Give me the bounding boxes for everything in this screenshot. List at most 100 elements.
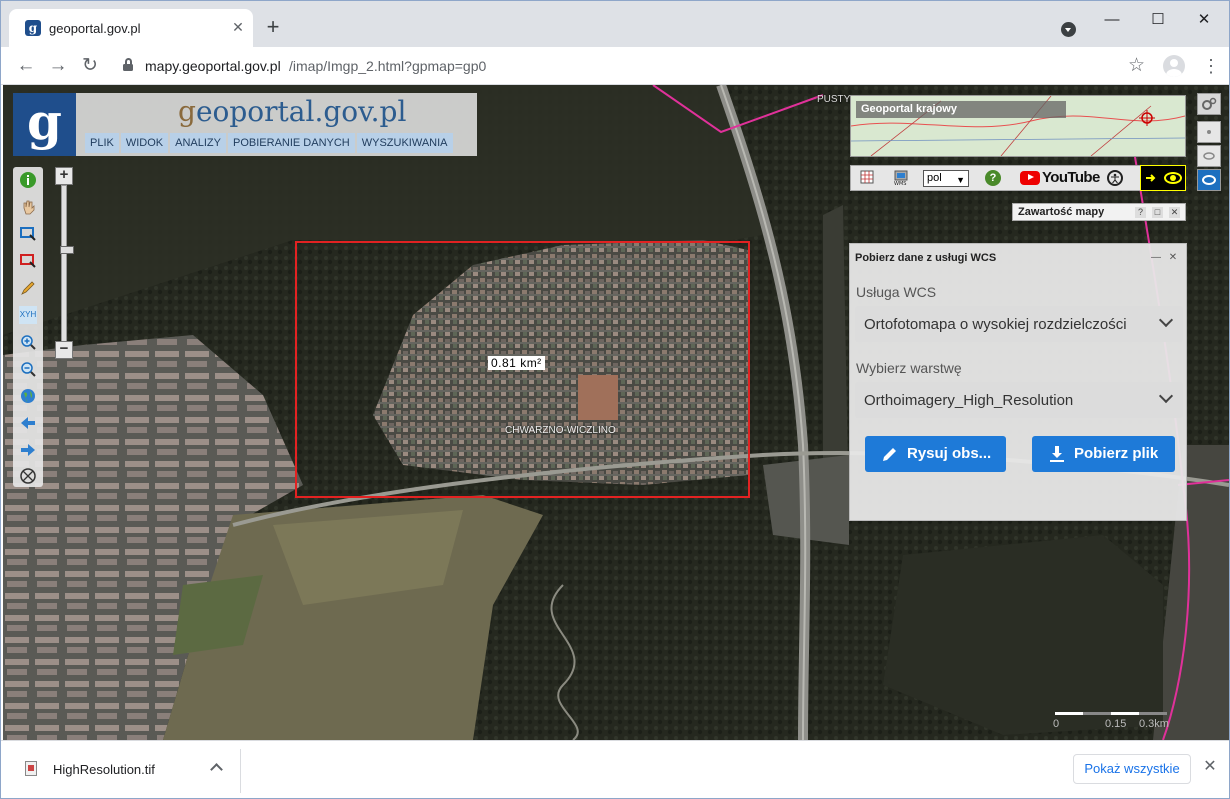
browser-tab[interactable]: g geoportal.gov.pl ✕: [9, 9, 253, 47]
zoom-plus-button[interactable]: +: [55, 167, 73, 185]
chevron-up-icon[interactable]: [210, 760, 224, 774]
wcs-panel-title: Pobierz dane z usługi WCS: [855, 252, 997, 264]
tab-close-icon[interactable]: ✕: [229, 18, 247, 36]
pencil-icon[interactable]: [19, 279, 37, 297]
overview-title: Geoportal krajowy: [856, 101, 1066, 118]
wcs-download-panel: Pobierz dane z usługi WCS — ✕ Usługa WCS…: [849, 243, 1187, 521]
url-host: mapy.geoportal.gov.pl: [145, 58, 281, 74]
select-box-icon[interactable]: [19, 252, 37, 270]
chevron-down-icon: [1161, 389, 1171, 401]
accessibility-icon[interactable]: [1107, 170, 1123, 186]
info-icon[interactable]: [19, 171, 37, 189]
zoom-out-icon[interactable]: [19, 360, 37, 378]
tab-strip: g geoportal.gov.pl ✕ + — ☐ ✕: [1, 1, 1229, 47]
service-label: Usługa WCS: [856, 284, 937, 300]
layer-label: Wybierz warstwę: [856, 360, 962, 376]
wcs-minimize-icon[interactable]: —: [1150, 252, 1162, 264]
contents-maximize-icon[interactable]: □: [1152, 207, 1163, 218]
youtube-play-icon: [1020, 170, 1040, 185]
eye-icon[interactable]: [1197, 169, 1221, 191]
scale-label-mid: 0.15: [1105, 718, 1127, 730]
contents-help-icon[interactable]: ?: [1135, 207, 1146, 218]
geoportal-favicon-icon: g: [25, 20, 41, 36]
menu-plik[interactable]: PLIK: [85, 133, 119, 153]
close-download-bar-icon[interactable]: ✕: [1201, 758, 1219, 776]
contrast-eye-icon: [1164, 172, 1182, 184]
scale-label-0: 0: [1053, 718, 1060, 730]
back-button[interactable]: ←: [13, 53, 39, 79]
forward-button[interactable]: →: [45, 53, 71, 79]
download-file-button[interactable]: Pobierz plik: [1032, 436, 1175, 472]
geoportal-logo: g: [13, 93, 76, 156]
previous-view-arrow-icon[interactable]: [19, 414, 37, 432]
zoom-minus-button[interactable]: −: [55, 341, 73, 359]
tab-search-icon[interactable]: [1061, 22, 1076, 37]
menu-wyszukiwania[interactable]: WYSZUKIWANIA: [356, 133, 453, 153]
help-icon[interactable]: ?: [985, 170, 1001, 186]
maximize-button[interactable]: ☐: [1143, 10, 1173, 30]
zoom-in-icon[interactable]: [19, 333, 37, 351]
wcs-close-icon[interactable]: ✕: [1167, 252, 1179, 264]
download-file-name[interactable]: HighResolution.tif: [53, 762, 155, 777]
service-toolbar: WMS pol ▼ ? YouTube: [850, 165, 1186, 191]
contents-close-icon[interactable]: ✕: [1169, 207, 1180, 218]
address-bar[interactable]: mapy.geoportal.gov.pl /imap/Imgp_2.html?…: [113, 52, 1153, 80]
minimize-button[interactable]: —: [1097, 10, 1127, 30]
menu-analizy[interactable]: ANALIZY: [170, 133, 226, 153]
pan-hand-icon[interactable]: [19, 198, 37, 216]
full-extent-icon[interactable]: [19, 467, 37, 485]
legend-grid-icon[interactable]: [859, 170, 875, 186]
map-contents-title: Zawartość mapy: [1018, 206, 1105, 218]
draw-extent-button[interactable]: Rysuj obs...: [865, 436, 1006, 472]
reload-button[interactable]: ↻: [77, 53, 103, 79]
layer-select[interactable]: Orthoimagery_High_Resolution: [855, 382, 1183, 418]
pencil-icon: [883, 448, 896, 461]
arrow-right-icon: [1146, 174, 1156, 182]
file-icon: [25, 761, 37, 776]
browser-window: g geoportal.gov.pl ✕ + — ☐ ✕ ← → ↻ mapy.…: [0, 0, 1230, 799]
close-window-button[interactable]: ✕: [1189, 10, 1219, 30]
next-view-arrow-icon[interactable]: [19, 441, 37, 459]
zoom-track[interactable]: [60, 185, 74, 343]
lock-icon: [123, 58, 133, 71]
youtube-link[interactable]: YouTube: [1020, 169, 1100, 187]
globe-icon[interactable]: [19, 387, 37, 405]
place-name-label: CHWARZNO-WICZLINO: [505, 425, 616, 436]
visibility-dot-icon[interactable]: [1197, 145, 1221, 167]
settings-gear-icon[interactable]: [1197, 93, 1221, 115]
layer-value: Orthoimagery_High_Resolution: [864, 392, 1074, 409]
map-contents-panel[interactable]: Zawartość mapy ? □ ✕: [1012, 203, 1186, 221]
wcs-service-value: Ortofotomapa o wysokiej rozdzielczości: [864, 316, 1127, 333]
side-controls: [1197, 93, 1221, 191]
map-canvas[interactable]: g geoportal.gov.pl PLIK WIDOK ANALIZY POBIE…: [3, 85, 1229, 740]
high-contrast-toggle[interactable]: [1140, 165, 1186, 191]
menu-pobieranie-danych[interactable]: POBIERANIE DANYCH: [228, 133, 355, 153]
profile-avatar[interactable]: [1163, 55, 1185, 77]
divider: [240, 749, 241, 793]
zoom-box-icon[interactable]: [19, 225, 37, 243]
wms-server-icon[interactable]: WMS: [893, 170, 909, 187]
wcs-service-select[interactable]: Ortofotomapa o wysokiej rozdzielczości: [855, 306, 1183, 342]
geoportal-menubar: PLIK WIDOK ANALIZY POBIERANIE DANYCH WYSZUKI…: [85, 133, 455, 153]
geoportal-header: g geoportal.gov.pl PLIK WIDOK ANALIZY POBIE…: [13, 93, 477, 156]
scale-bar: 0 0.15 0.3km: [1053, 710, 1173, 736]
map-place-label: PUSTY: [817, 94, 851, 105]
layer-dot-icon[interactable]: [1197, 121, 1221, 143]
show-all-downloads-button[interactable]: Pokaż wszystkie: [1073, 754, 1191, 784]
url-path: /imap/Imgp_2.html?gpmap=gp0: [289, 58, 487, 74]
browser-menu-icon[interactable]: ⋮: [1201, 55, 1221, 77]
overview-map[interactable]: Geoportal krajowy: [850, 95, 1186, 157]
scale-label-end: 0.3km: [1139, 718, 1169, 730]
download-icon: [1050, 446, 1064, 462]
map-toolbar: XYH: [13, 167, 43, 487]
tab-title: geoportal.gov.pl: [49, 21, 141, 36]
language-select[interactable]: pol ▼: [923, 170, 969, 187]
new-tab-button[interactable]: +: [263, 16, 283, 38]
download-bar: HighResolution.tif Pokaż wszystkie ✕: [1, 740, 1229, 798]
zoom-thumb[interactable]: [60, 246, 74, 254]
menu-widok[interactable]: WIDOK: [120, 133, 169, 153]
chevron-down-icon: [1161, 313, 1171, 325]
xyh-coordinates-icon[interactable]: XYH: [19, 306, 37, 324]
bookmark-star-icon[interactable]: ☆: [1128, 54, 1145, 77]
zoom-slider[interactable]: + −: [55, 167, 74, 359]
